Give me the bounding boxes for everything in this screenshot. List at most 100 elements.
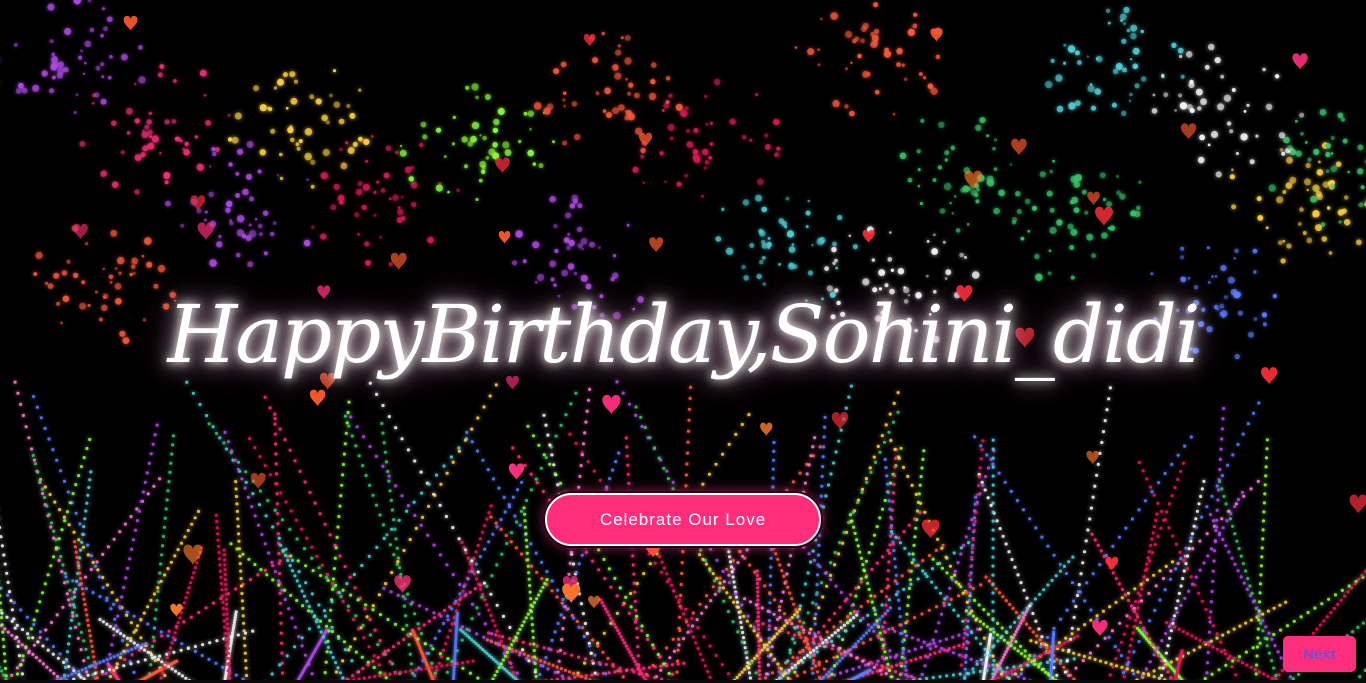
firework-particle <box>974 495 978 499</box>
firework-particle <box>583 431 587 435</box>
firework-particle <box>279 491 283 495</box>
firework-particle <box>984 575 988 579</box>
firework-particle <box>293 79 299 84</box>
firework-particle <box>752 629 756 633</box>
firework-particle <box>1003 672 1007 676</box>
firework-particle <box>956 561 960 565</box>
firework-particle <box>774 152 780 158</box>
firework-particle <box>128 557 132 561</box>
firework-particle <box>208 191 214 198</box>
firework-particle <box>400 494 404 498</box>
firework-particle <box>617 632 622 636</box>
firework-particle <box>13 43 18 47</box>
firework-particle <box>553 630 557 634</box>
firework-particle <box>156 586 160 590</box>
firework-particle <box>1244 621 1248 625</box>
firework-particle <box>1330 135 1335 141</box>
firework-particle <box>1152 525 1156 529</box>
firework-particle <box>945 674 949 678</box>
firework-particle <box>1103 419 1107 423</box>
firework-particle <box>1171 534 1175 538</box>
firework-particle <box>892 482 896 486</box>
firework-particle <box>760 648 764 652</box>
firework-particle <box>273 570 277 574</box>
firework-particle <box>987 664 991 668</box>
firework-particle <box>998 527 1002 531</box>
firework-particle <box>140 643 145 647</box>
firework-particle <box>84 608 88 612</box>
firework-particle <box>812 642 816 646</box>
firework-particle <box>1259 573 1263 577</box>
firework-particle <box>236 229 244 237</box>
firework-particle <box>203 94 207 97</box>
firework-particle <box>1217 668 1221 672</box>
firework-particle <box>135 624 140 628</box>
firework-particle <box>972 528 976 533</box>
firework-particle <box>377 663 381 667</box>
firework-particle <box>815 573 820 577</box>
firework-particle <box>146 492 150 496</box>
firework-particle <box>119 652 123 656</box>
firework-particle <box>109 281 113 284</box>
firework-particle <box>755 577 760 582</box>
firework-particle <box>992 668 996 672</box>
firework-particle <box>130 647 134 652</box>
firework-particle <box>1139 582 1143 586</box>
firework-particle <box>343 565 347 569</box>
firework-particle <box>952 608 956 612</box>
firework-particle <box>1322 181 1330 188</box>
firework-particle <box>1168 577 1172 581</box>
firework-particle <box>1047 271 1052 276</box>
firework-particle <box>338 118 345 125</box>
firework-particle <box>35 609 39 613</box>
firework-particle <box>1253 270 1257 274</box>
firework-particle <box>340 483 344 487</box>
firework-particle <box>1049 169 1053 174</box>
firework-particle <box>543 660 547 664</box>
firework-particle <box>696 626 700 630</box>
firework-particle <box>279 631 283 635</box>
firework-particle <box>772 449 776 453</box>
firework-particle <box>237 539 241 543</box>
firework-particle <box>1047 673 1051 677</box>
firework-particle <box>290 558 295 563</box>
firework-particle <box>569 550 574 555</box>
firework-particle <box>761 256 766 260</box>
firework-particle <box>1137 508 1141 512</box>
firework-particle <box>432 543 436 547</box>
firework-particle <box>470 569 474 574</box>
firework-particle <box>873 612 878 617</box>
firework-particle <box>1329 611 1333 615</box>
firework-particle <box>548 443 552 447</box>
firework-particle <box>1245 663 1249 667</box>
firework-particle <box>945 269 952 276</box>
firework-particle <box>1231 524 1235 528</box>
firework-particle <box>482 581 487 585</box>
firework-particle <box>1189 435 1193 439</box>
firework-particle <box>82 659 86 663</box>
firework-particle <box>629 605 633 609</box>
firework-particle <box>533 661 537 666</box>
firework-particle <box>1154 518 1158 523</box>
firework-particle <box>365 615 369 619</box>
firework-particle <box>1067 45 1076 53</box>
firework-particle <box>978 466 982 470</box>
firework-particle <box>1019 644 1023 648</box>
firework-particle <box>1294 119 1298 123</box>
firework-particle <box>959 663 963 667</box>
firework-particle <box>1261 629 1265 633</box>
firework-particle <box>49 521 54 525</box>
firework-particle <box>1009 669 1014 673</box>
firework-particle <box>95 65 101 71</box>
firework-particle <box>634 617 638 622</box>
firework-particle <box>97 575 101 579</box>
firework-particle <box>686 623 691 628</box>
firework-particle <box>1276 196 1284 204</box>
firework-particle <box>20 627 25 632</box>
firework-particle <box>1090 532 1094 537</box>
firework-particle <box>1135 626 1140 630</box>
firework-particle <box>478 583 482 587</box>
firework-particle <box>1121 38 1127 44</box>
firework-particle <box>336 666 340 670</box>
firework-particle <box>1210 494 1214 498</box>
